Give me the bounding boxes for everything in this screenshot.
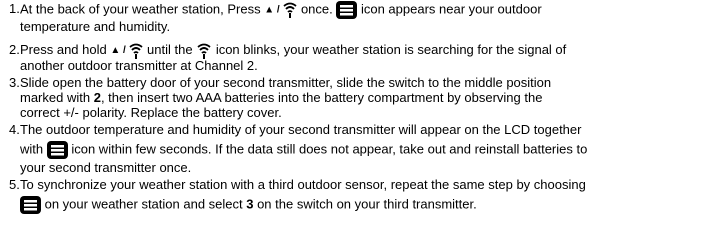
up-arrow-button-glyph: ▲ / — [110, 45, 126, 56]
step-text: on the switch on your third transmitter. — [253, 196, 477, 212]
signal-wave-icon — [197, 43, 211, 59]
step-text: marked with — [20, 90, 94, 105]
step-number: 2. — [9, 42, 20, 57]
step-4-line-2: with icon within few seconds. If the dat… — [20, 141, 587, 159]
step-1-line-1: At the back of your weather station, Pre… — [20, 1, 542, 19]
channel-display-icon — [46, 141, 68, 159]
step-text: At the back of your weather station, Pre… — [20, 1, 265, 17]
step-5-line-1: To synchronize your weather station with… — [20, 177, 586, 192]
step-number: 1. — [9, 1, 20, 16]
step-4-line-3: your second transmitter once. — [20, 160, 192, 175]
channel-display-icon — [336, 1, 358, 19]
step-3-line-1: Slide open the battery door of your seco… — [20, 75, 552, 90]
step-4-line-1: The outdoor temperature and humidity of … — [20, 122, 582, 137]
step-2-line-1: Press and hold ▲ / until the icon blinks… — [20, 42, 566, 59]
signal-wave-icon — [129, 43, 144, 59]
step-text: on your weather station and select — [41, 196, 247, 212]
step-3-line-3: correct +/- polarity. Replace the batter… — [20, 105, 282, 120]
step-text: icon within few seconds. If the data sti… — [67, 141, 588, 157]
step-text: , then insert two AAA batteries into the… — [100, 90, 543, 105]
up-arrow-button-glyph: ▲ / — [264, 4, 280, 16]
step-5-line-2: on your weather station and select 3 on … — [20, 196, 477, 214]
step-number: 5. — [9, 177, 20, 192]
signal-wave-icon — [283, 2, 297, 18]
step-3-line-2: marked with 2, then insert two AAA batte… — [20, 90, 542, 105]
switch-position-value: 2 — [93, 90, 101, 105]
step-text: once. — [297, 1, 337, 17]
step-text: icon appears near your outdoor — [357, 1, 542, 17]
step-text: Press and hold — [20, 42, 111, 57]
step-2-line-2: another outdoor transmitter at Channel 2… — [20, 58, 258, 73]
step-number: 3. — [9, 75, 20, 90]
step-text: with — [20, 141, 47, 157]
step-1-line-2: temperature and humidity. — [20, 19, 171, 34]
step-number: 4. — [9, 122, 20, 137]
channel-display-icon — [20, 196, 41, 214]
step-text: icon blinks, your weather station is sea… — [212, 42, 567, 57]
step-text: until the — [143, 42, 197, 57]
